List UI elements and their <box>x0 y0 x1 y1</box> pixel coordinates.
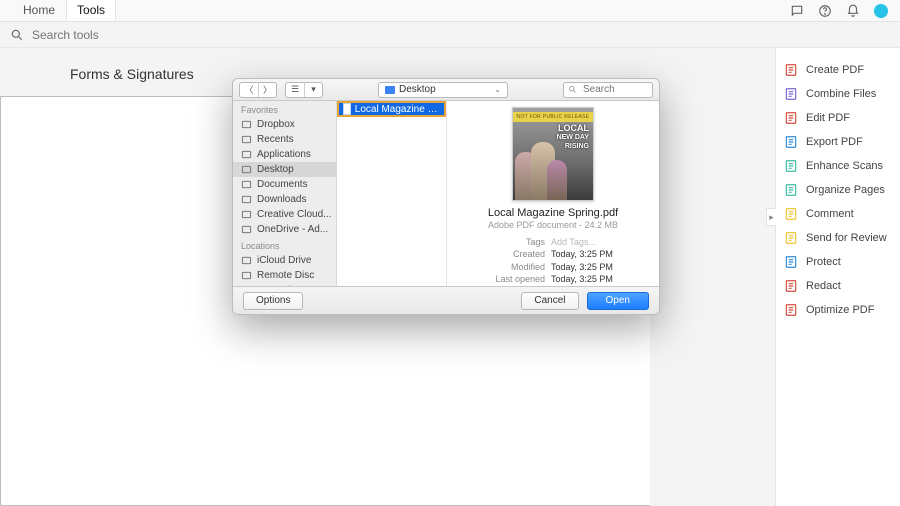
folder-icon <box>385 86 395 94</box>
downloads-icon <box>241 194 252 205</box>
back-icon: 〈 <box>240 83 258 97</box>
help-icon[interactable] <box>818 4 832 18</box>
redact-icon <box>784 279 798 293</box>
tools-search-input[interactable] <box>30 27 230 43</box>
panel-item[interactable]: Edit PDF <box>784 106 892 130</box>
nav-back-forward[interactable]: 〈〉 <box>239 82 277 98</box>
sidebar-header-locations: Locations <box>233 237 336 253</box>
right-tool-panel: ▸ Create PDFCombine FilesEdit PDFExport … <box>775 48 900 506</box>
collapse-panel-button[interactable]: ▸ <box>766 208 776 226</box>
panel-item-label: Organize Pages <box>806 184 885 196</box>
path-dropdown[interactable]: Desktop ⌄ <box>378 82 508 98</box>
documents-icon <box>241 179 252 190</box>
user-avatar[interactable] <box>874 4 888 18</box>
sidebar-item[interactable]: Recents <box>233 132 336 147</box>
finder-footer: Options Cancel Open <box>233 286 659 314</box>
options-button[interactable]: Options <box>243 292 303 310</box>
panel-item[interactable]: Enhance Scans <box>784 154 892 178</box>
send-review-icon <box>784 231 798 245</box>
icloud-icon <box>241 255 252 266</box>
combine-files-icon <box>784 87 798 101</box>
preview-subtitle: Adobe PDF document - 24.2 MB <box>488 220 618 230</box>
panel-item[interactable]: Comment <box>784 202 892 226</box>
apps-icon <box>241 149 252 160</box>
panel-item[interactable]: Export PDF <box>784 130 892 154</box>
file-row-selected[interactable]: Local Magazine Spring.pdf <box>337 101 446 117</box>
create-pdf-icon <box>784 63 798 77</box>
bell-icon[interactable] <box>846 4 860 18</box>
panel-item-label: Comment <box>806 208 854 220</box>
panel-item-label: Create PDF <box>806 64 864 76</box>
panel-item[interactable]: Combine Files <box>784 82 892 106</box>
cancel-button[interactable]: Cancel <box>521 292 578 310</box>
finder-search[interactable] <box>563 82 653 98</box>
organize-pages-icon <box>784 183 798 197</box>
preview-filename: Local Magazine Spring.pdf <box>488 207 618 219</box>
open-button[interactable]: Open <box>587 292 649 310</box>
disc-icon <box>241 270 252 281</box>
panel-item[interactable]: Create PDF <box>784 58 892 82</box>
sidebar-item[interactable]: iCloud Drive <box>233 253 336 268</box>
edit-pdf-icon <box>784 111 798 125</box>
tool-javascript[interactable]: JavaScript Add▾ <box>466 360 546 452</box>
sidebar-item[interactable]: Creative Cloud... <box>233 207 336 222</box>
panel-item-label: Edit PDF <box>806 112 850 124</box>
column-view-icon: ☰ <box>286 83 304 97</box>
add-tags-button[interactable]: Add Tags... <box>551 236 596 249</box>
forward-icon: 〉 <box>258 83 276 97</box>
protect-icon <box>784 255 798 269</box>
sidebar-item[interactable]: Documents <box>233 177 336 192</box>
optimize-pdf-icon <box>784 303 798 317</box>
app-tabs: Home Tools <box>0 0 900 22</box>
cloud-icon <box>241 224 252 235</box>
enhance-scans-icon <box>784 159 798 173</box>
preview-metadata: TagsAdd Tags... CreatedToday, 3:25 PM Mo… <box>447 236 659 286</box>
chevron-updown-icon: ⌄ <box>494 85 501 94</box>
panel-item-label: Enhance Scans <box>806 160 883 172</box>
desktop-icon <box>241 164 252 175</box>
panel-item[interactable]: Organize Pages <box>784 178 892 202</box>
panel-item[interactable]: Redact <box>784 274 892 298</box>
tools-search-bar <box>0 22 900 48</box>
clock-icon <box>241 134 252 145</box>
panel-item-label: Send for Review <box>806 232 887 244</box>
sidebar-item[interactable]: Desktop <box>233 162 336 177</box>
file-preview-pane: NOT FOR PUBLIC RELEASE LOCALNEW DAYRISIN… <box>447 101 659 286</box>
sidebar-item[interactable]: Downloads <box>233 192 336 207</box>
pdf-file-icon <box>343 103 351 115</box>
sidebar-item[interactable]: Remote Disc <box>233 268 336 283</box>
comment-bubble-icon[interactable] <box>790 4 804 18</box>
sidebar-item[interactable]: Dropbox <box>233 117 336 132</box>
finder-sidebar: Favorites DropboxRecentsApplicationsDesk… <box>233 101 337 286</box>
search-icon <box>10 28 24 42</box>
export-pdf-icon <box>784 135 798 149</box>
panel-item-label: Export PDF <box>806 136 863 148</box>
finder-search-input[interactable] <box>581 83 641 96</box>
tab-home[interactable]: Home <box>12 0 66 21</box>
dropbox-icon <box>241 119 252 130</box>
file-open-dialog: 〈〉 ☰▾ Desktop ⌄ Favorites DropboxRecents… <box>232 78 660 315</box>
panel-item-label: Redact <box>806 280 841 292</box>
sidebar-item[interactable]: Applications <box>233 147 336 162</box>
tab-tools[interactable]: Tools <box>66 0 116 21</box>
search-icon <box>568 85 577 94</box>
panel-item[interactable]: Optimize PDF <box>784 298 892 322</box>
cloud-icon <box>241 209 252 220</box>
file-list-column: Local Magazine Spring.pdf <box>337 101 447 286</box>
chevron-down-icon: ▾ <box>304 83 322 97</box>
finder-toolbar: 〈〉 ☰▾ Desktop ⌄ <box>233 79 659 101</box>
panel-item[interactable]: Send for Review <box>784 226 892 250</box>
file-thumbnail: NOT FOR PUBLIC RELEASE LOCALNEW DAYRISIN… <box>512 107 594 201</box>
view-mode-segment[interactable]: ☰▾ <box>285 82 323 98</box>
sidebar-item[interactable]: OneDrive - Ad... <box>233 222 336 237</box>
panel-item-label: Optimize PDF <box>806 304 874 316</box>
panel-item-label: Protect <box>806 256 841 268</box>
tool-action-button[interactable]: Add▾ <box>499 430 513 450</box>
panel-item[interactable]: Protect <box>784 250 892 274</box>
sidebar-header-favorites: Favorites <box>233 101 336 117</box>
section-customize: Customize Create Custom Tool Add▾ Action… <box>70 334 775 452</box>
comment-icon <box>784 207 798 221</box>
panel-item-label: Combine Files <box>806 88 876 100</box>
